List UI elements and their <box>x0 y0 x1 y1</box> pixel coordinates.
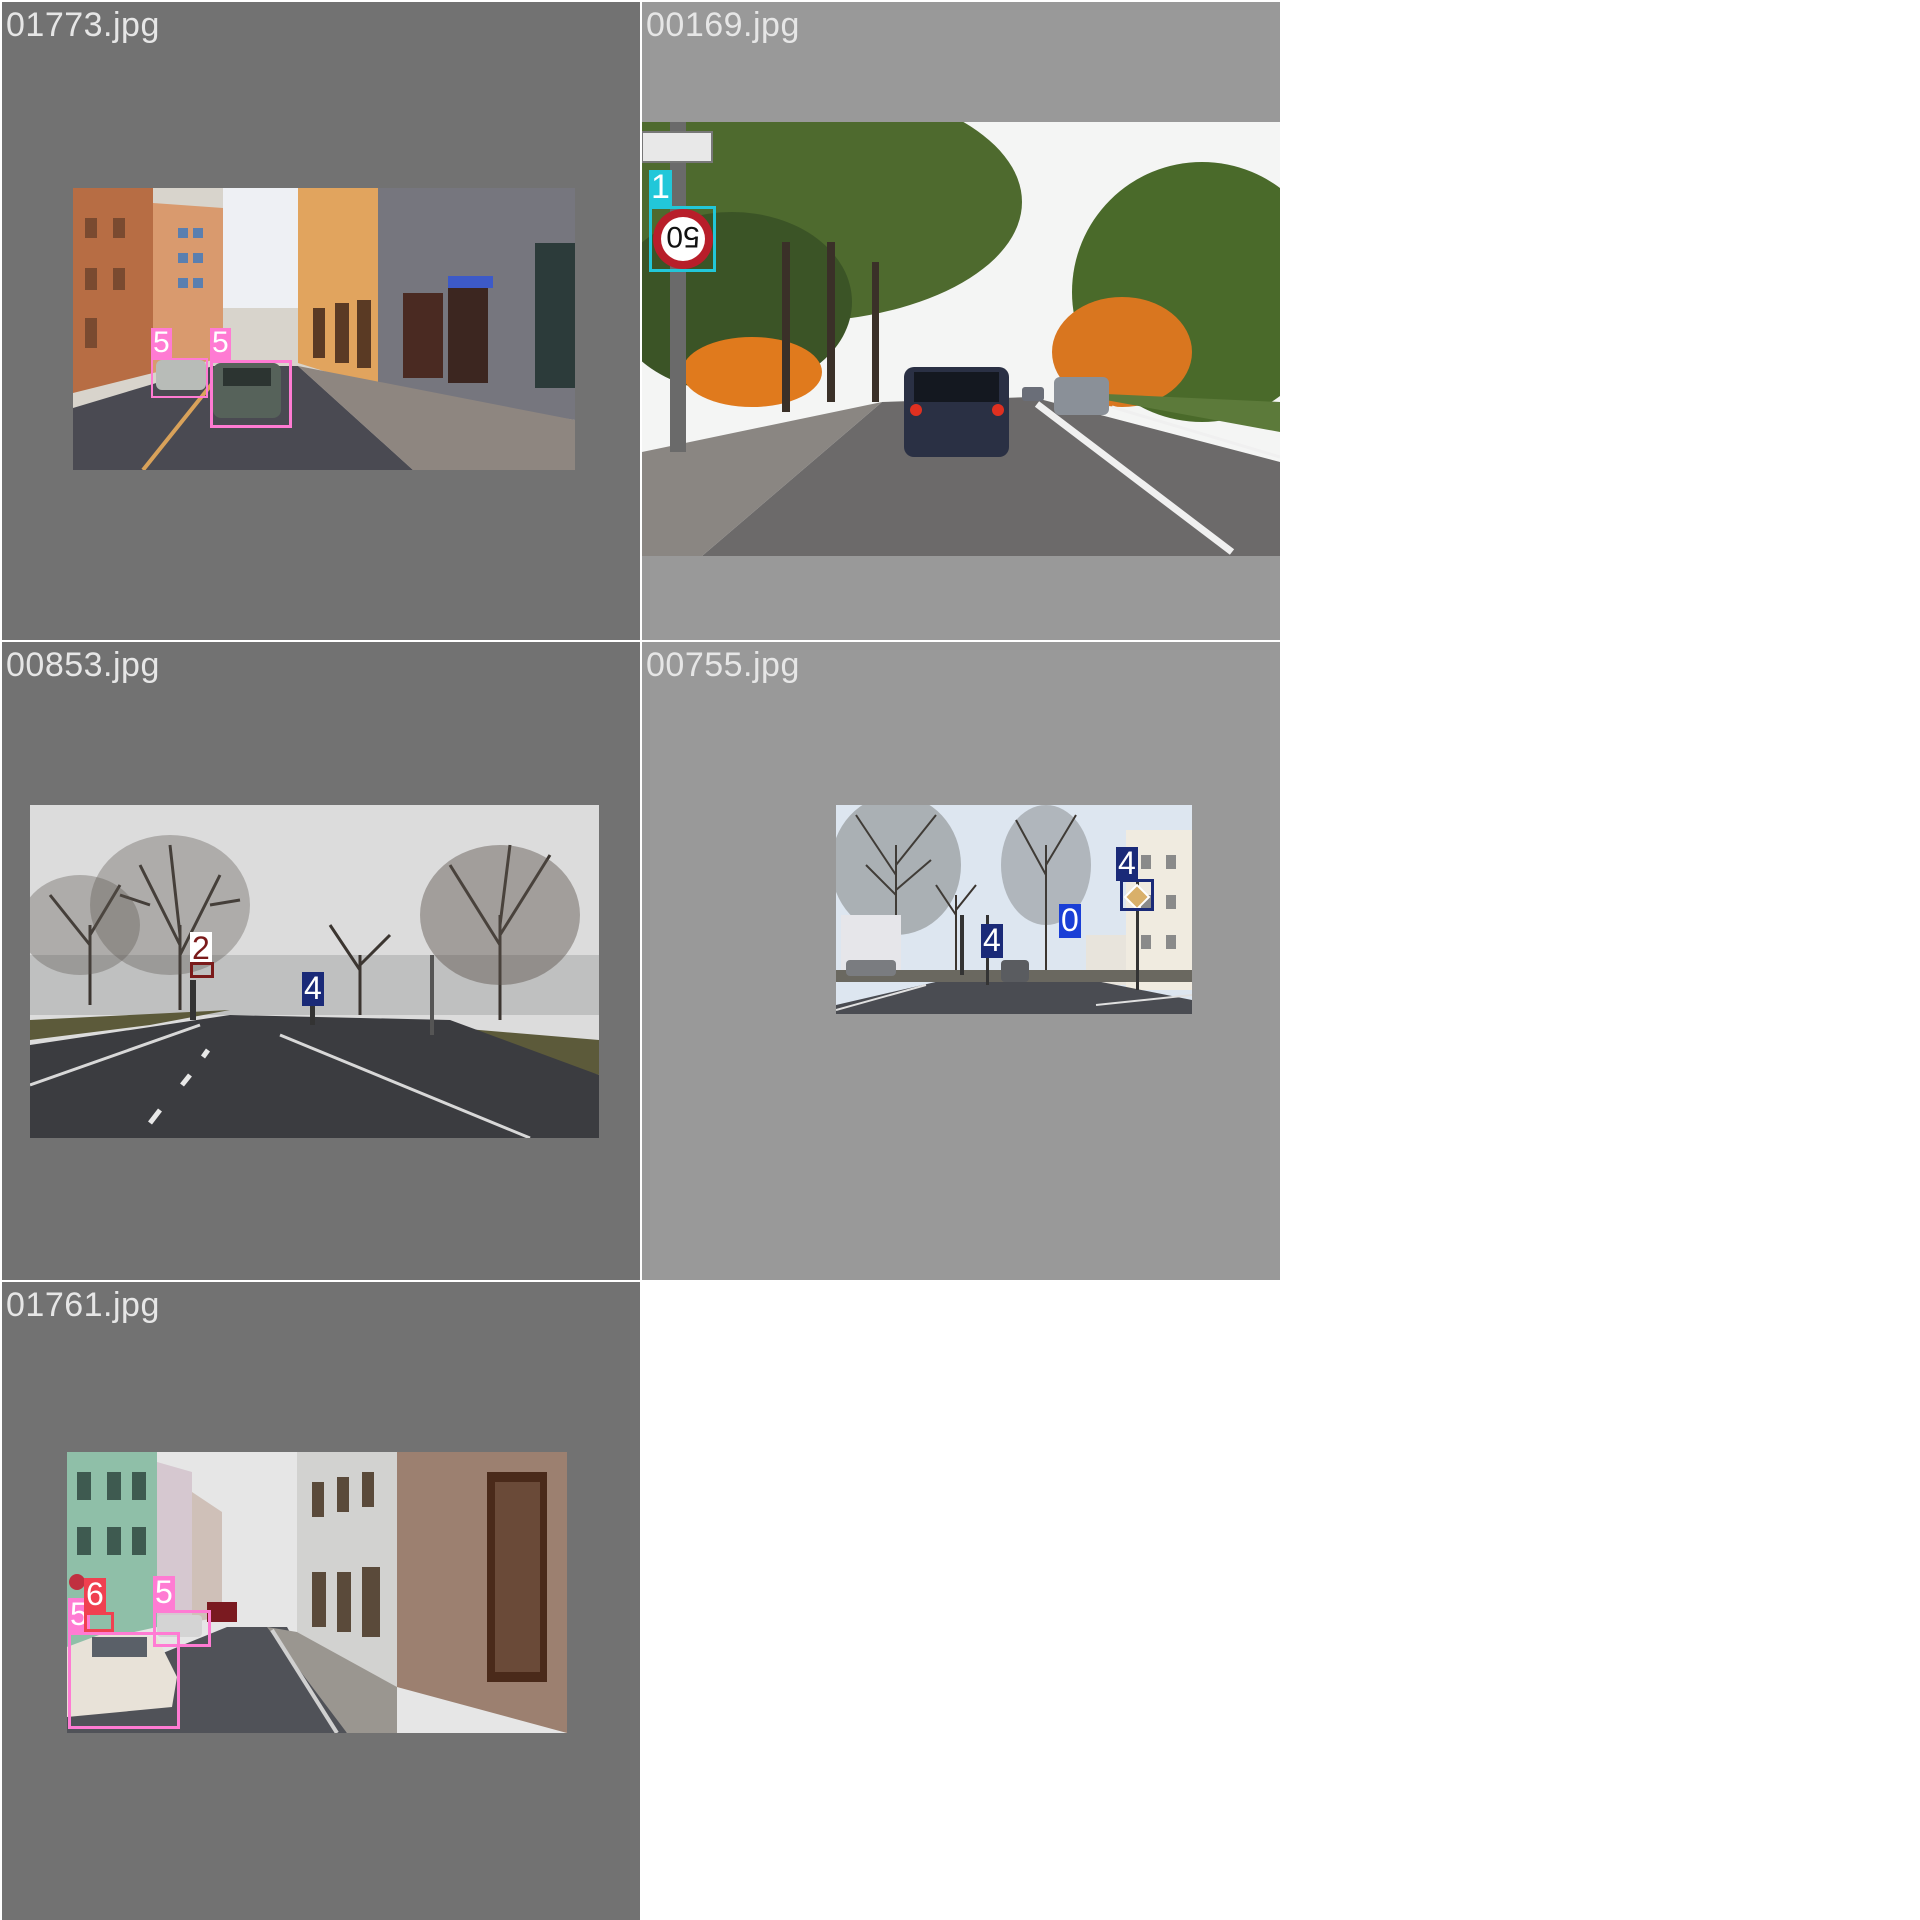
detection-label: 6 <box>84 1576 106 1612</box>
image-tile-01761[interactable]: 01761.jpg 5 6 5 <box>2 1282 640 1920</box>
detection-label: 4 <box>302 970 324 1006</box>
detection-box <box>210 360 292 428</box>
image-tile-00755[interactable]: 00755.jpg 4 0 4 <box>642 642 1280 1280</box>
street-photo <box>73 188 575 470</box>
image-tile-00853[interactable]: 00853.jpg 2 4 <box>2 642 640 1280</box>
tile-filename: 00853.jpg <box>6 646 160 684</box>
detection-label: 5 <box>153 1574 175 1610</box>
detection-box <box>1120 879 1154 911</box>
detection-box <box>153 1610 211 1647</box>
image-tile-00169[interactable]: 00169.jpg 50 1 <box>642 2 1280 640</box>
detection-label: 0 <box>1059 902 1081 938</box>
detection-label: 2 <box>190 930 212 966</box>
detection-box <box>190 962 214 978</box>
detection-label: 4 <box>981 922 1003 958</box>
detection-label: 5 <box>151 326 172 359</box>
tile-filename: 00169.jpg <box>646 6 800 44</box>
detection-label: 4 <box>1116 845 1138 881</box>
tile-filename: 01773.jpg <box>6 6 160 44</box>
detection-box <box>649 206 716 272</box>
detection-label: 5 <box>210 326 231 360</box>
detection-label: 1 <box>649 168 672 206</box>
tile-filename: 01761.jpg <box>6 1286 160 1324</box>
detection-box <box>84 1612 114 1632</box>
tile-filename: 00755.jpg <box>646 646 800 684</box>
detection-box <box>151 358 208 398</box>
image-tile-01773[interactable]: 01773.jpg 5 5 <box>2 2 640 640</box>
road-photo: 50 <box>642 122 1280 556</box>
